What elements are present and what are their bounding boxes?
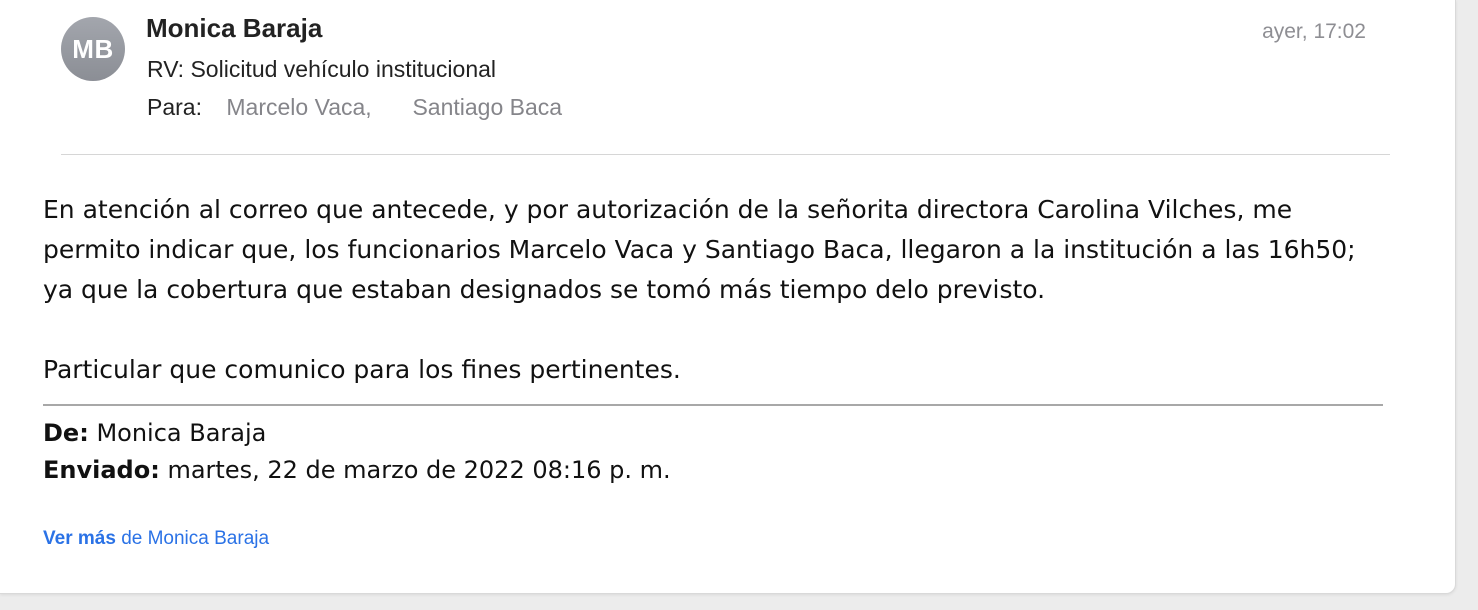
sender-name[interactable]: Monica Baraja: [146, 13, 322, 44]
see-more-bold: Ver más: [43, 528, 116, 549]
recipients-row: Para: Marcelo Vaca, Santiago Baca: [147, 94, 562, 121]
body-line: permito indicar que, los funcionarios Ma…: [43, 235, 1356, 264]
quoted-sent-label: Enviado:: [43, 456, 160, 484]
recipient-santiago-baca[interactable]: Santiago Baca: [412, 94, 562, 120]
quoted-from-row: De: Monica Baraja: [43, 415, 671, 452]
body-line: En atención al correo que antecede, y po…: [43, 195, 1293, 224]
to-label: Para:: [147, 94, 202, 120]
message-timestamp: ayer, 17:02: [1262, 20, 1366, 43]
body-closing: Particular que comunico para los fines p…: [43, 355, 681, 384]
see-more-link[interactable]: Ver más de Monica Baraja: [43, 528, 269, 550]
quoted-header: De: Monica Baraja Enviado: martes, 22 de…: [43, 415, 671, 489]
message-body: En atención al correo que antecede, y po…: [43, 190, 1413, 390]
header-divider: [61, 154, 1390, 155]
sender-avatar[interactable]: MB: [61, 17, 125, 81]
quoted-sent-row: Enviado: martes, 22 de marzo de 2022 08:…: [43, 452, 671, 489]
message-subject: RV: Solicitud vehículo institucional: [147, 56, 497, 82]
body-line: ya que la cobertura que estaban designad…: [43, 275, 1046, 304]
quoted-from-label: De:: [43, 419, 89, 447]
see-more-rest: de Monica Baraja: [121, 528, 270, 549]
quoted-from-value: Monica Baraja: [96, 419, 267, 447]
avatar-initials: MB: [72, 33, 114, 64]
message-card: MB Monica Baraja ayer, 17:02 RV: Solicit…: [0, 0, 1456, 594]
recipient-marcelo-vaca[interactable]: Marcelo Vaca,: [226, 94, 371, 120]
quoted-divider: [43, 404, 1383, 406]
quoted-sent-value: martes, 22 de marzo de 2022 08:16 p. m.: [167, 456, 671, 484]
